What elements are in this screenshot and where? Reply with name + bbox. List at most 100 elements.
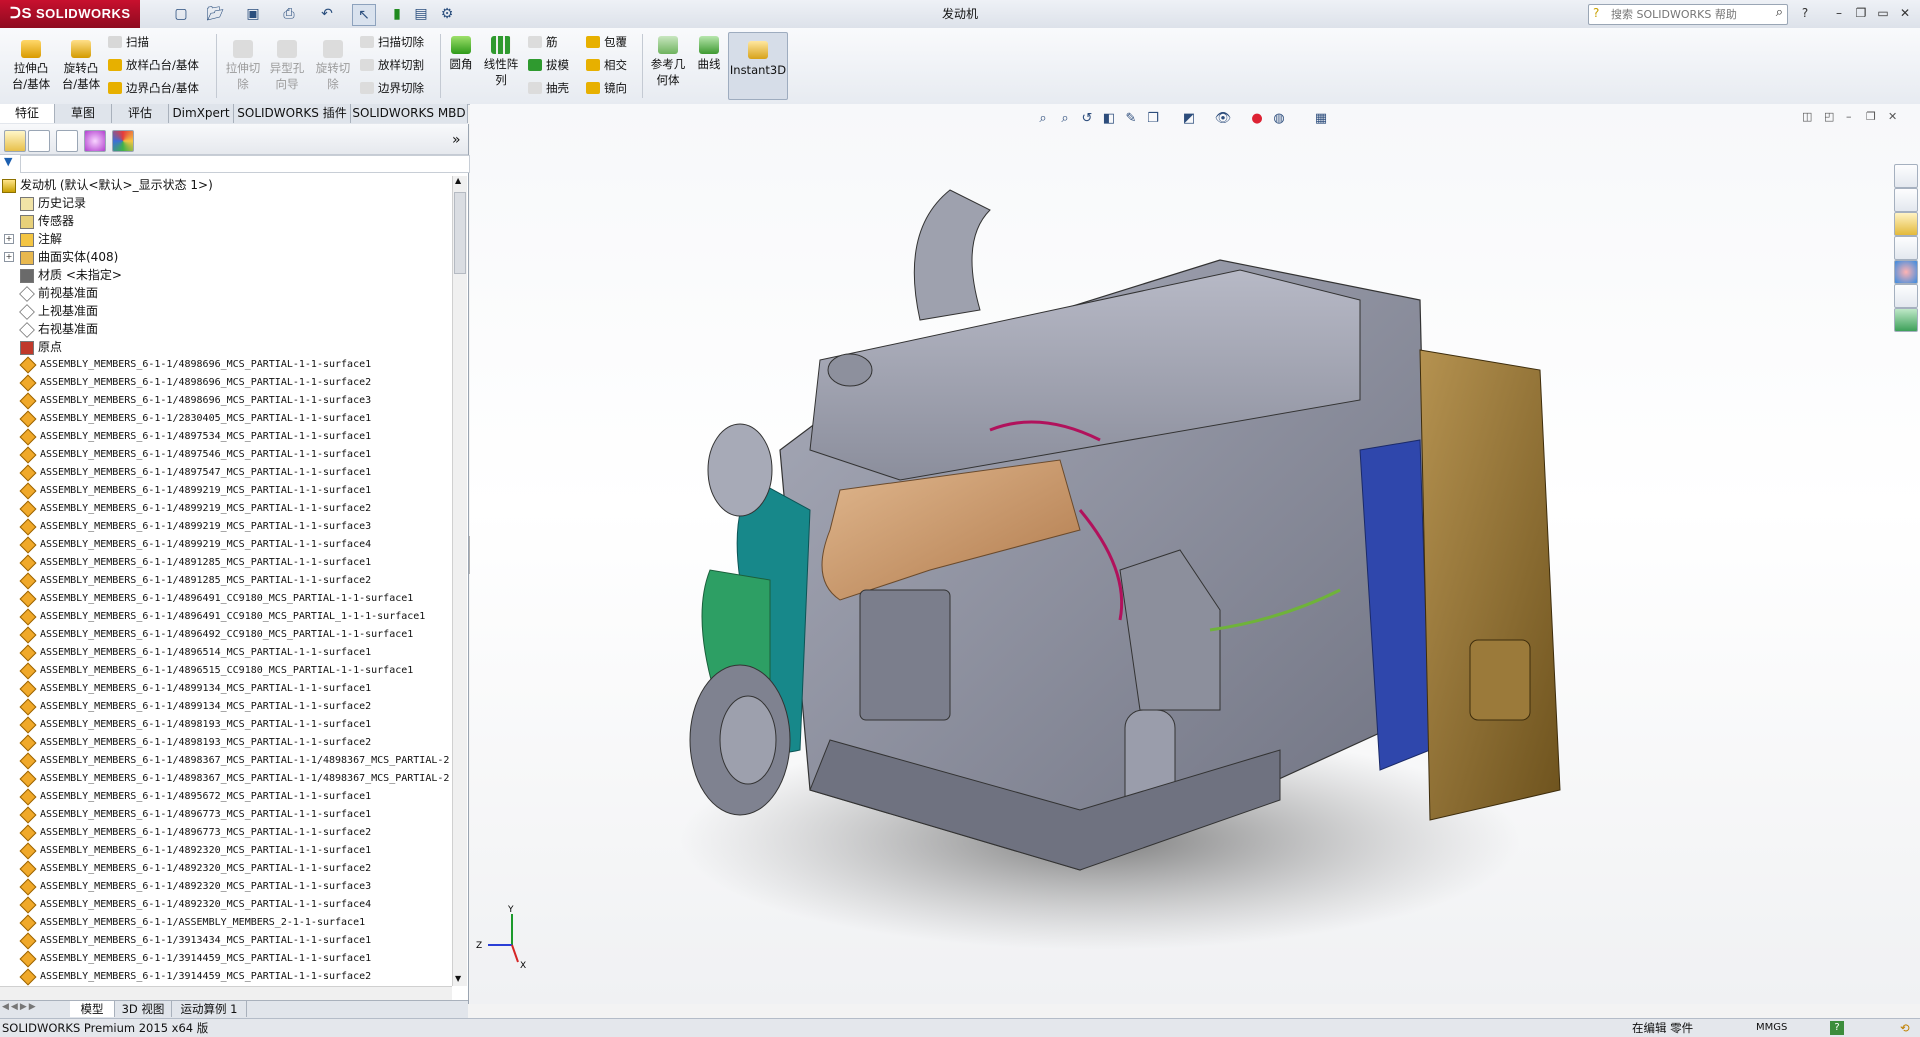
view-palette-icon[interactable] — [1894, 236, 1918, 260]
tab-sketch[interactable]: 草图 — [55, 104, 112, 123]
appearances-icon[interactable] — [1894, 260, 1918, 284]
surface-body-icon — [19, 770, 37, 788]
new-document-icon[interactable]: ▢ — [170, 4, 192, 24]
tree-filter[interactable]: ▼ — [4, 155, 470, 173]
swept-cut-button[interactable]: 扫描切除 — [360, 34, 424, 50]
apply-scene-icon[interactable]: ◍ — [1270, 110, 1288, 128]
scroll-down-icon[interactable]: ▼ — [455, 974, 461, 983]
surface-body-icon — [19, 608, 37, 626]
sweep-button[interactable]: 扫描 — [108, 34, 149, 50]
tab-features[interactable]: 特征 — [0, 104, 55, 123]
select-arrow-icon[interactable]: ↖ — [352, 4, 376, 26]
save-icon[interactable]: ▣ — [242, 4, 264, 24]
revolve-cut-button[interactable]: 旋转切 除 — [312, 40, 354, 92]
solidworks-resources-icon[interactable] — [1894, 164, 1918, 188]
extrude-boss-button[interactable]: 拉伸凸 台/基体 — [8, 40, 54, 92]
extrude-cut-button[interactable]: 拉伸切 除 — [222, 40, 264, 92]
filter-input[interactable] — [20, 155, 470, 173]
tab-3d-views[interactable]: 3D 视图 — [115, 1001, 172, 1017]
revolve-boss-button[interactable]: 旋转凸 台/基体 — [58, 40, 104, 92]
boundary-boss-button[interactable]: 边界凸台/基体 — [108, 80, 199, 96]
hole-wizard-button[interactable]: 异型孔 向导 — [266, 40, 308, 92]
tab-scroll-arrows[interactable]: ◀◀▶▶ — [2, 1002, 66, 1016]
undo-icon[interactable]: ↶ — [316, 4, 338, 24]
linear-pattern-button[interactable]: 线性阵 列 — [480, 36, 522, 88]
fillet-icon — [451, 36, 471, 54]
surface-body-icon — [19, 878, 37, 896]
viewport-restore-icon[interactable]: ❐ — [1866, 110, 1876, 123]
units-selector[interactable]: MMGS — [1756, 1019, 1787, 1037]
tab-evaluate[interactable]: 评估 — [112, 104, 169, 123]
loft-boss-button[interactable]: 放样凸台/基体 — [108, 57, 199, 73]
file-explorer-icon[interactable] — [1894, 212, 1918, 236]
fillet-button[interactable]: 圆角 — [446, 36, 476, 72]
tab-motion-study[interactable]: 运动算例 1 — [172, 1001, 247, 1017]
reference-geometry-button[interactable]: 参考几 何体 — [648, 36, 688, 88]
curves-button[interactable]: 曲线 — [692, 36, 726, 72]
search-input[interactable] — [1609, 5, 1763, 24]
custom-properties-icon[interactable] — [1894, 284, 1918, 308]
status-help-icon[interactable]: ? — [1830, 1021, 1844, 1035]
forum-icon[interactable] — [1894, 308, 1918, 332]
section-view-icon[interactable]: ◧ — [1100, 110, 1118, 128]
rebuild-icon[interactable]: ▮ — [386, 4, 408, 24]
zoom-to-area-icon[interactable]: ⌕ — [1056, 110, 1074, 128]
configuration-manager-tab-icon[interactable] — [56, 130, 78, 152]
tab-model[interactable]: 模型 — [70, 1001, 115, 1017]
expand-panel-icon[interactable]: » — [452, 132, 461, 148]
help-search-box[interactable]: ? ⌕ — [1588, 4, 1788, 25]
tree-scrollbar[interactable] — [452, 176, 467, 986]
tab-addins[interactable]: SOLIDWORKS 插件 — [234, 104, 351, 123]
engine-model[interactable] — [660, 150, 1580, 950]
draft-button[interactable]: 拔模 — [528, 57, 569, 73]
hide-show-items-icon[interactable]: 👁︎ — [1214, 110, 1232, 128]
close-icon[interactable]: ✕ — [1896, 5, 1914, 22]
minimize-icon[interactable]: – — [1830, 5, 1848, 22]
solidworks-logo[interactable]: ᑐS SOLIDWORKS — [0, 0, 140, 28]
mirror-button[interactable]: 镜向 — [586, 80, 627, 96]
tab-dimxpert[interactable]: DimXpert — [169, 104, 234, 123]
file-properties-icon[interactable]: ▤ — [410, 4, 432, 24]
intersect-icon — [586, 59, 600, 71]
print-icon[interactable]: ⎙ — [278, 4, 300, 24]
shell-button[interactable]: 抽壳 — [528, 80, 569, 96]
view-settings-icon[interactable]: ▦ — [1312, 110, 1330, 128]
feature-tree-tab-icon[interactable] — [4, 130, 26, 152]
help-icon[interactable]: ? — [1796, 5, 1814, 22]
design-library-icon[interactable] — [1894, 188, 1918, 212]
window-restore-icon[interactable]: ▭ — [1874, 5, 1892, 22]
wrap-button[interactable]: 包覆 — [586, 34, 627, 50]
zoom-to-fit-icon[interactable]: ⌕ — [1034, 110, 1052, 128]
display-manager-tab-icon[interactable] — [112, 130, 134, 152]
surface-body-icon — [19, 536, 37, 554]
display-style-icon[interactable]: ◩ — [1180, 110, 1198, 128]
property-manager-tab-icon[interactable] — [28, 130, 50, 152]
tab-mbd[interactable]: SOLIDWORKS MBD — [351, 104, 468, 123]
tree-horizontal-scrollbar[interactable] — [0, 986, 452, 1001]
tree-scrollbar-thumb[interactable] — [454, 192, 466, 274]
instant3d-button[interactable]: Instant3D — [728, 32, 788, 100]
view-orientation-icon[interactable]: ❐ — [1144, 110, 1162, 128]
expand-icon[interactable]: + — [4, 252, 14, 262]
previous-view-icon[interactable]: ↺ — [1078, 110, 1096, 128]
dimxpert-manager-tab-icon[interactable] — [84, 130, 106, 152]
rib-button[interactable]: 筋 — [528, 34, 558, 50]
expand-icon[interactable]: + — [4, 234, 14, 244]
boundary-cut-button[interactable]: 边界切除 — [360, 80, 424, 96]
surface-body-icon — [19, 734, 37, 752]
restore-icon[interactable]: ❐ — [1852, 5, 1870, 22]
viewport-icon[interactable]: ◰ — [1824, 110, 1834, 123]
viewport-minimize-icon[interactable]: – — [1846, 110, 1852, 123]
lofted-cut-button[interactable]: 放样切割 — [360, 57, 424, 73]
options-icon[interactable]: ⚙ — [436, 4, 458, 24]
viewport-close-icon[interactable]: ✕ — [1888, 110, 1897, 123]
edit-appearance-icon[interactable]: ● — [1248, 110, 1266, 128]
rebuild-status-icon[interactable]: ⟲ — [1900, 1019, 1910, 1037]
split-view-icon[interactable]: ◫ — [1802, 110, 1812, 123]
search-icon[interactable]: ⌕ — [1776, 5, 1783, 20]
surface-body-icon — [19, 932, 37, 950]
scroll-up-icon[interactable]: ▲ — [455, 176, 461, 185]
dynamic-annotation-icon[interactable]: ✎ — [1122, 110, 1140, 128]
open-icon[interactable]: 📂︎ — [204, 4, 226, 24]
intersect-button[interactable]: 相交 — [586, 57, 627, 73]
